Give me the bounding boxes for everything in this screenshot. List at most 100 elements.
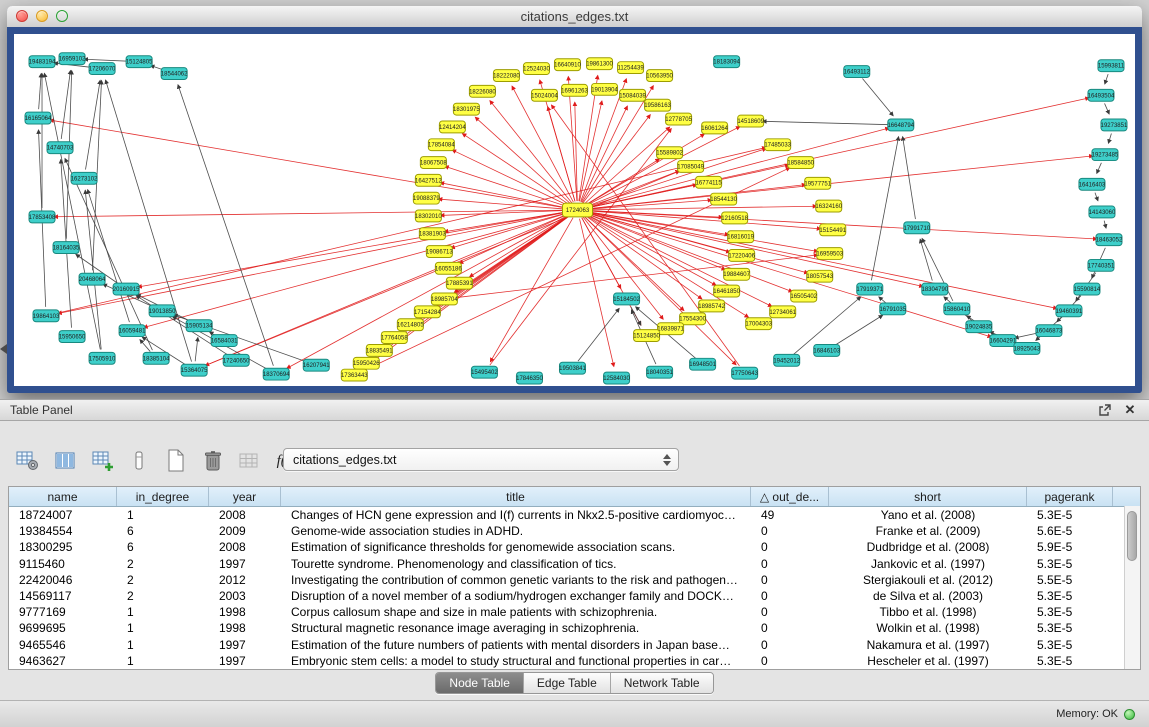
network-window[interactable]: citations_edges.txt 17240631822608018301…: [7, 6, 1142, 393]
import-table-button[interactable]: [236, 447, 264, 475]
graph-edge[interactable]: [1105, 74, 1108, 84]
cell-in_degree[interactable]: 6: [117, 523, 209, 539]
cell-out_de[interactable]: 0: [751, 556, 829, 572]
cell-in_degree[interactable]: 1: [117, 653, 209, 669]
cell-out_de[interactable]: 0: [751, 572, 829, 588]
cell-year[interactable]: 2003: [209, 588, 281, 604]
table-row[interactable]: 946362711997Embryonic stem cells: a mode…: [9, 653, 1140, 669]
cell-title[interactable]: Structural magnetic resonance image aver…: [281, 620, 751, 636]
zoom-window-button[interactable]: [56, 10, 68, 22]
cell-title[interactable]: Genome-wide association studies in ADHD.: [281, 523, 751, 539]
cell-short[interactable]: Franke et al. (2009): [829, 523, 1027, 539]
cell-in_degree[interactable]: 1: [117, 604, 209, 620]
graph-edge[interactable]: [1108, 133, 1111, 143]
graph-edge[interactable]: [763, 121, 892, 124]
cell-year[interactable]: 1997: [209, 637, 281, 653]
cell-pagerank[interactable]: 5.3E-5: [1027, 637, 1113, 653]
cell-short[interactable]: Dudbridge et al. (2008): [829, 539, 1027, 555]
network-window-titlebar[interactable]: citations_edges.txt: [7, 6, 1142, 28]
cell-title[interactable]: Estimation of significance thresholds fo…: [281, 539, 751, 555]
tab-node-table[interactable]: Node Table: [436, 673, 523, 693]
graph-edge[interactable]: [364, 215, 570, 368]
cell-in_degree[interactable]: 1: [117, 637, 209, 653]
cell-out_de[interactable]: 0: [751, 620, 829, 636]
cell-in_degree[interactable]: 1: [117, 507, 209, 523]
cell-title[interactable]: Tourette syndrome. Phenomenology and cla…: [281, 556, 751, 572]
table-row[interactable]: 969969511998Structural magnetic resonanc…: [9, 620, 1140, 636]
cell-name[interactable]: 9465546: [9, 637, 117, 653]
cell-short[interactable]: Wolkin et al. (1998): [829, 620, 1027, 636]
graph-edge[interactable]: [512, 86, 573, 202]
cell-year[interactable]: 2008: [209, 507, 281, 523]
cell-out_de[interactable]: 0: [751, 523, 829, 539]
cell-pagerank[interactable]: 5.3E-5: [1027, 588, 1113, 604]
graph-edge[interactable]: [138, 212, 569, 287]
cell-short[interactable]: Yano et al. (2008): [829, 507, 1027, 523]
cell-short[interactable]: Nakamura et al. (1997): [829, 637, 1027, 653]
graph-edge[interactable]: [1104, 221, 1106, 229]
graph-edge[interactable]: [871, 137, 898, 281]
table-row[interactable]: 946554611997Estimation of the future num…: [9, 637, 1140, 653]
column-header-out_de[interactable]: △ out_de...: [751, 487, 829, 506]
cell-name[interactable]: 22420046: [9, 572, 117, 588]
column-header-year[interactable]: year: [209, 487, 281, 506]
close-window-button[interactable]: [16, 10, 28, 22]
graph-edge[interactable]: [578, 308, 619, 361]
graph-edge[interactable]: [462, 134, 570, 205]
cell-out_de[interactable]: 0: [751, 653, 829, 669]
cell-in_degree[interactable]: 2: [117, 588, 209, 604]
cell-in_degree[interactable]: 2: [117, 572, 209, 588]
close-panel-icon[interactable]: ✕: [1121, 402, 1139, 418]
cell-year[interactable]: 2008: [209, 539, 281, 555]
graph-edge[interactable]: [61, 70, 70, 138]
graph-edge[interactable]: [586, 213, 726, 269]
cell-short[interactable]: Stergiakouli et al. (2012): [829, 572, 1027, 588]
tab-network-table[interactable]: Network Table: [610, 673, 713, 693]
cell-title[interactable]: Estimation of the future numbers of pati…: [281, 637, 751, 653]
graph-edge[interactable]: [490, 218, 573, 362]
cell-year[interactable]: 1998: [209, 604, 281, 620]
cell-pagerank[interactable]: 5.3E-5: [1027, 556, 1113, 572]
table-row[interactable]: 1938455462009Genome-wide association stu…: [9, 523, 1140, 539]
graph-edge[interactable]: [903, 137, 916, 219]
column-header-name[interactable]: name: [9, 487, 117, 506]
table-row[interactable]: 911546021997Tourette syndrome. Phenomeno…: [9, 556, 1140, 572]
cell-out_de[interactable]: 0: [751, 588, 829, 604]
column-header-in_degree[interactable]: in_degree: [117, 487, 209, 506]
cell-name[interactable]: 9115460: [9, 556, 117, 572]
graph-edge[interactable]: [879, 297, 886, 303]
cell-title[interactable]: Embryonic stem cells: a model to study s…: [281, 653, 751, 669]
graph-edge[interactable]: [88, 190, 130, 322]
graph-edge[interactable]: [1105, 103, 1110, 114]
cell-name[interactable]: 9777169: [9, 604, 117, 620]
cell-name[interactable]: 14569117: [9, 588, 117, 604]
minimize-window-button[interactable]: [36, 10, 48, 22]
graph-edge[interactable]: [475, 117, 571, 204]
cell-pagerank[interactable]: 5.9E-5: [1027, 539, 1113, 555]
cell-year[interactable]: 1997: [209, 556, 281, 572]
graph-edge[interactable]: [144, 212, 569, 327]
cell-in_degree[interactable]: 1: [117, 620, 209, 636]
graph-edge[interactable]: [470, 215, 570, 277]
graph-edge[interactable]: [586, 128, 889, 208]
new-table-button[interactable]: [162, 447, 190, 475]
cell-short[interactable]: Tibbo et al. (1998): [829, 604, 1027, 620]
column-header-pagerank[interactable]: pagerank: [1027, 487, 1113, 506]
table-mode-button[interactable]: [14, 447, 42, 475]
panel-collapse-arrow-icon[interactable]: [0, 344, 7, 354]
cell-name[interactable]: 9699695: [9, 620, 117, 636]
cell-year[interactable]: 1997: [209, 653, 281, 669]
cell-out_de[interactable]: 0: [751, 539, 829, 555]
cell-name[interactable]: 18300295: [9, 539, 117, 555]
graph-edge[interactable]: [834, 315, 882, 345]
cell-short[interactable]: Hescheler et al. (1997): [829, 653, 1027, 669]
network-canvas[interactable]: 1724063182260801830197512414204178540841…: [14, 34, 1135, 386]
cell-out_de[interactable]: 0: [751, 637, 829, 653]
graph-edge[interactable]: [195, 337, 198, 361]
table-vertical-scrollbar[interactable]: [1124, 506, 1140, 669]
delete-column-button[interactable]: [125, 447, 153, 475]
cell-name[interactable]: 18724007: [9, 507, 117, 523]
cell-title[interactable]: Changes of HCN gene expression and I(f) …: [281, 507, 751, 523]
cell-pagerank[interactable]: 5.3E-5: [1027, 604, 1113, 620]
network-view[interactable]: 1724063182260801830197512414204178540841…: [7, 27, 1142, 393]
